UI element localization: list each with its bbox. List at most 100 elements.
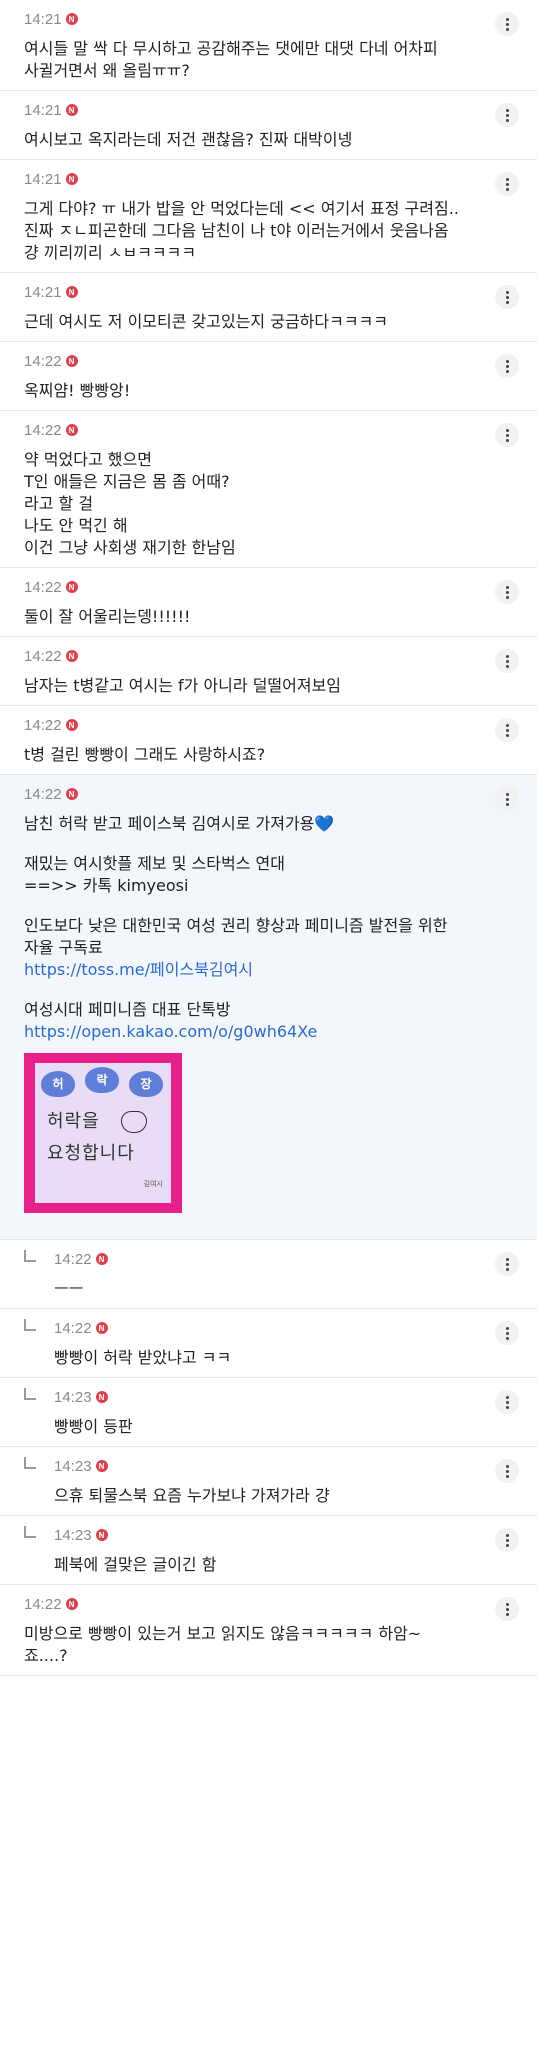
comment-item: 14:21 N 여시보고 옥지라는데 저건 괜찮음? 진짜 대박이넹 bbox=[0, 91, 537, 160]
comment-time: 14:21 bbox=[24, 283, 62, 301]
new-badge-icon: N bbox=[65, 355, 78, 367]
comment-line: 으휴 퇴물스북 요즘 누가보냐 가져가라 걍 bbox=[54, 1486, 330, 1505]
comment-body: 빵빵이 등판 bbox=[54, 1408, 491, 1446]
comment-line: 이건 그냥 사회생 재기한 한남임 bbox=[24, 538, 236, 557]
comment-line: 근데 여시도 저 이모티콘 갖고있는지 궁금하다ㅋㅋㅋㅋ bbox=[24, 312, 388, 331]
more-options-button[interactable] bbox=[495, 12, 519, 36]
comment-body: t병 걸린 빵빵이 그래도 사랑하시죠? bbox=[24, 736, 491, 774]
new-badge-icon: N bbox=[65, 650, 78, 662]
more-options-button[interactable] bbox=[495, 1597, 519, 1621]
comment-line: 나도 안 먹긴 해 bbox=[24, 516, 128, 535]
more-vertical-icon bbox=[505, 1602, 509, 1606]
comment-time: 14:22 bbox=[24, 647, 62, 665]
more-options-button[interactable] bbox=[495, 1528, 519, 1552]
kakao-link[interactable]: https://open.kakao.com/o/g0wh64Xe bbox=[24, 1022, 317, 1041]
comment-line: 여시들 말 싹 다 무시하고 공감해주는 댓에만 대댓 다네 어차피 bbox=[24, 39, 438, 58]
more-vertical-icon bbox=[505, 1257, 509, 1261]
comment-meta: 14:22 N bbox=[54, 1248, 491, 1270]
reply-item: 14:22 N 빵빵이 허락 받았냐고 ㅋㅋ bbox=[0, 1309, 537, 1378]
comment-meta: 14:22 N bbox=[24, 714, 491, 736]
comment-body: 남친 허락 받고 페이스북 김여시로 가져가용💙 재밌는 여시핫플 제보 및 스… bbox=[24, 805, 491, 1239]
comment-line: 진짜 ㅈㄴ피곤한데 그다음 남친이 나 t야 이러는거에서 웃음나옴 bbox=[24, 221, 449, 240]
comment-time: 14:21 bbox=[24, 170, 62, 188]
comment-body: 약 먹었다고 했으면 T인 애들은 지금은 몸 좀 어때? 라고 할 걸 나도 … bbox=[24, 441, 491, 567]
more-options-button[interactable] bbox=[495, 1252, 519, 1276]
more-vertical-icon bbox=[505, 1326, 509, 1330]
more-options-button[interactable] bbox=[495, 423, 519, 447]
comment-time: 14:22 bbox=[24, 421, 62, 439]
comment-meta: 14:21 N bbox=[24, 8, 491, 30]
comment-time: 14:21 bbox=[24, 10, 62, 28]
comment-time: 14:22 bbox=[24, 1595, 62, 1613]
comment-time: 14:22 bbox=[24, 578, 62, 596]
more-options-button[interactable] bbox=[495, 649, 519, 673]
comment-line: 빵빵이 등판 bbox=[54, 1417, 133, 1436]
comment-line: 약 먹었다고 했으면 bbox=[24, 450, 152, 469]
comment-line: 재밌는 여시핫플 제보 및 스타벅스 연대 bbox=[24, 854, 285, 873]
comment-meta: 14:22 N bbox=[24, 645, 491, 667]
reply-arrow-icon bbox=[24, 1319, 36, 1331]
new-badge-icon: N bbox=[65, 719, 78, 731]
heart-icon: 장 bbox=[129, 1071, 163, 1097]
comment-body: 페북에 걸맞은 글이긴 함 bbox=[54, 1546, 491, 1584]
comment-body: 옥찌얌! 빵빵앙! bbox=[24, 372, 491, 410]
comment-body: ㅡㅡ bbox=[54, 1270, 491, 1308]
more-options-button[interactable] bbox=[495, 172, 519, 196]
more-options-button[interactable] bbox=[495, 787, 519, 811]
more-vertical-icon bbox=[505, 1464, 509, 1468]
toss-link[interactable]: https://toss.me/페이스북김여시 bbox=[24, 960, 253, 979]
more-options-button[interactable] bbox=[495, 718, 519, 742]
more-options-button[interactable] bbox=[495, 285, 519, 309]
banner-text: 요청합니다 bbox=[47, 1143, 135, 1164]
more-vertical-icon bbox=[505, 290, 509, 294]
comment-body: 여시보고 옥지라는데 저건 괜찮음? 진짜 대박이넹 bbox=[24, 121, 491, 159]
more-options-button[interactable] bbox=[495, 354, 519, 378]
reply-arrow-icon bbox=[24, 1388, 36, 1400]
comment-time: 14:22 bbox=[24, 352, 62, 370]
comment-time: 14:22 bbox=[24, 716, 62, 734]
reply-item: 14:23 N 페북에 걸맞은 글이긴 함 bbox=[0, 1516, 537, 1585]
comment-body: 근데 여시도 저 이모티콘 갖고있는지 궁금하다ㅋㅋㅋㅋ bbox=[24, 303, 491, 341]
comment-line: 사귈거면서 왜 올림ㅠㅠ? bbox=[24, 61, 190, 80]
comment-meta: 14:22 N bbox=[24, 350, 491, 372]
comment-line: t병 걸린 빵빵이 그래도 사랑하시죠? bbox=[24, 745, 266, 764]
comment-time: 14:23 bbox=[54, 1388, 92, 1406]
comment-time: 14:22 bbox=[54, 1250, 92, 1268]
banner-inner: 허 락 장 허락을 요청합니다 김여시 bbox=[35, 1063, 171, 1203]
more-options-button[interactable] bbox=[495, 580, 519, 604]
more-options-button[interactable] bbox=[495, 103, 519, 127]
comment-meta: 14:22 N bbox=[24, 419, 491, 441]
more-options-button[interactable] bbox=[495, 1459, 519, 1483]
comment-line: 여성시대 페미니즘 대표 단톡방 bbox=[24, 1000, 231, 1019]
comment-body: 빵빵이 허락 받았냐고 ㅋㅋ bbox=[54, 1339, 491, 1377]
more-vertical-icon bbox=[505, 108, 509, 112]
more-vertical-icon bbox=[505, 585, 509, 589]
comment-line: 페북에 걸맞은 글이긴 함 bbox=[54, 1555, 217, 1574]
more-vertical-icon bbox=[505, 177, 509, 181]
comment-meta: 14:23 N bbox=[54, 1524, 491, 1546]
banner-text: 허락을 bbox=[47, 1111, 100, 1132]
comment-meta: 14:23 N bbox=[54, 1386, 491, 1408]
author-comment: 14:22 N 남친 허락 받고 페이스북 김여시로 가져가용💙 재밌는 여시핫… bbox=[0, 775, 537, 1240]
comment-time: 14:22 bbox=[24, 785, 62, 803]
comment-item: 14:21 N 근데 여시도 저 이모티콘 갖고있는지 궁금하다ㅋㅋㅋㅋ bbox=[0, 273, 537, 342]
permission-banner-image: 허 락 장 허락을 요청합니다 김여시 bbox=[24, 1053, 182, 1213]
more-options-button[interactable] bbox=[495, 1390, 519, 1414]
more-options-button[interactable] bbox=[495, 1321, 519, 1345]
new-badge-icon: N bbox=[65, 173, 78, 185]
heart-icon: 락 bbox=[85, 1067, 119, 1093]
comment-meta: 14:21 N bbox=[24, 168, 491, 190]
comment-line: 빵빵이 허락 받았냐고 ㅋㅋ bbox=[54, 1348, 232, 1367]
new-badge-icon: N bbox=[65, 13, 78, 25]
comment-meta: 14:22 N bbox=[24, 576, 491, 598]
more-vertical-icon bbox=[505, 1395, 509, 1399]
comment-line: 죠....? bbox=[24, 1646, 68, 1665]
reply-arrow-icon bbox=[24, 1457, 36, 1469]
comment-line: ==>> 카톡 kimyeosi bbox=[24, 876, 189, 895]
comment-line: ㅡㅡ bbox=[54, 1279, 84, 1298]
more-vertical-icon bbox=[505, 792, 509, 796]
new-badge-icon: N bbox=[65, 1598, 78, 1610]
comment-line: 미방으로 빵빵이 있는거 보고 읽지도 않음ㅋㅋㅋㅋㅋ 하암~ bbox=[24, 1624, 422, 1643]
comment-line: 걍 끼리끼리 ㅅㅂㅋㅋㅋㅋ bbox=[24, 243, 197, 262]
reply-item: 14:23 N 빵빵이 등판 bbox=[0, 1378, 537, 1447]
